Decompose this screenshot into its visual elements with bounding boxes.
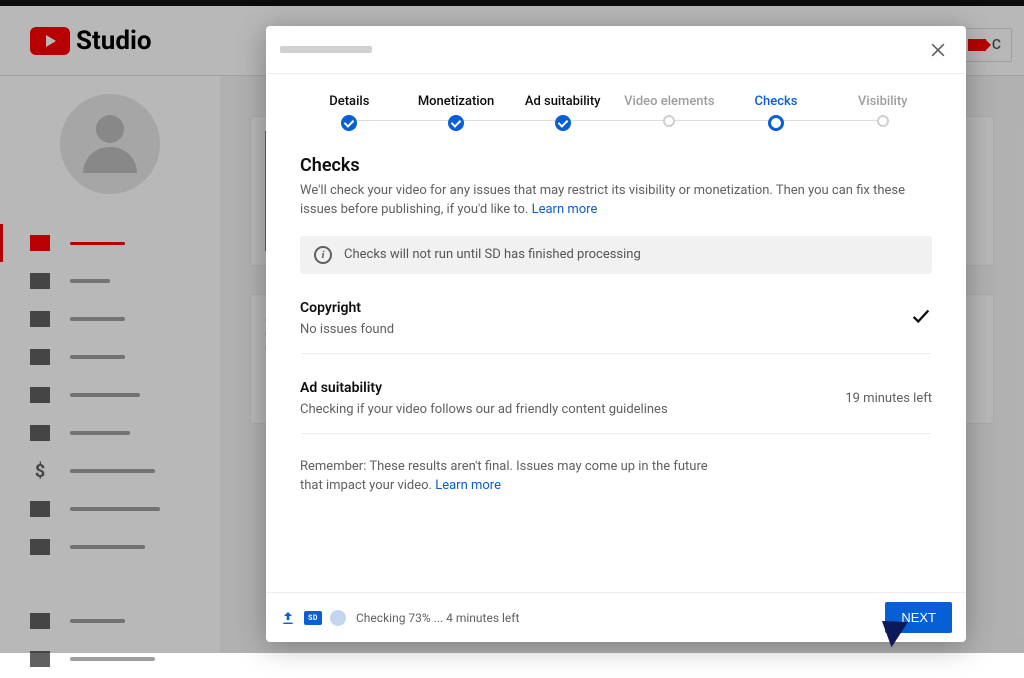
step-label: Monetization	[418, 94, 494, 109]
step-dot-complete-icon	[448, 115, 464, 131]
check-processing-icon	[330, 610, 346, 626]
checks-description: We'll check your video for any issues th…	[300, 182, 932, 220]
step-checks[interactable]: Checks	[723, 94, 830, 131]
step-monetization[interactable]: Monetization	[403, 94, 510, 131]
remember-learn-more-link[interactable]: Learn more	[435, 478, 501, 493]
checks-description-text: We'll check your video for any issues th…	[300, 183, 905, 217]
sd-badge-icon: SD	[304, 611, 322, 625]
remember-text: Remember: These results aren't final. Is…	[300, 459, 708, 493]
dialog-body: Checks We'll check your video for any is…	[266, 135, 966, 592]
footer-status-icons: SD	[280, 610, 346, 626]
learn-more-link[interactable]: Learn more	[532, 202, 598, 217]
stepper-connector	[346, 120, 886, 121]
upload-stepper: Details Monetization Ad suitability Vide…	[266, 74, 966, 135]
ad-suitability-title: Ad suitability	[300, 380, 668, 396]
dialog-title-placeholder	[280, 46, 372, 53]
checkmark-icon	[910, 305, 932, 331]
step-label: Video elements	[624, 94, 714, 109]
remember-note: Remember: These results aren't final. Is…	[300, 458, 720, 496]
step-label: Checks	[755, 94, 798, 109]
dialog-footer: SD Checking 73% ... 4 minutes left NEXT	[266, 592, 966, 642]
info-icon: i	[314, 246, 332, 264]
step-dot-complete-icon	[341, 115, 357, 131]
step-details[interactable]: Details	[296, 94, 403, 131]
notice-text: Checks will not run until SD has finishe…	[344, 247, 641, 262]
copyright-section: Copyright No issues found	[300, 300, 932, 354]
step-label: Visibility	[858, 94, 908, 109]
ad-suitability-status: Checking if your video follows our ad fr…	[300, 402, 668, 417]
step-dot-complete-icon	[555, 115, 571, 131]
step-visibility[interactable]: Visibility	[829, 94, 936, 131]
checks-heading: Checks	[300, 155, 932, 176]
step-video-elements[interactable]: Video elements	[616, 94, 723, 131]
step-ad-suitability[interactable]: Ad suitability	[509, 94, 616, 131]
step-dot-current-icon	[768, 115, 784, 131]
footer-status-text: Checking 73% ... 4 minutes left	[356, 611, 519, 625]
processing-notice: i Checks will not run until SD has finis…	[300, 236, 932, 274]
upload-dialog: Details Monetization Ad suitability Vide…	[266, 26, 966, 642]
feedback-icon	[30, 651, 50, 667]
step-dot-pending-icon	[663, 115, 675, 127]
dialog-header	[266, 26, 966, 74]
ad-suitability-section: Ad suitability Checking if your video fo…	[300, 380, 932, 434]
copyright-status: No issues found	[300, 322, 394, 337]
ad-suitability-eta: 19 minutes left	[845, 391, 932, 406]
copyright-title: Copyright	[300, 300, 394, 316]
step-label: Details	[329, 94, 369, 109]
step-label: Ad suitability	[525, 94, 601, 109]
close-button[interactable]	[924, 36, 952, 64]
upload-complete-icon	[280, 610, 296, 626]
step-dot-pending-icon	[877, 115, 889, 127]
close-icon	[928, 40, 948, 60]
